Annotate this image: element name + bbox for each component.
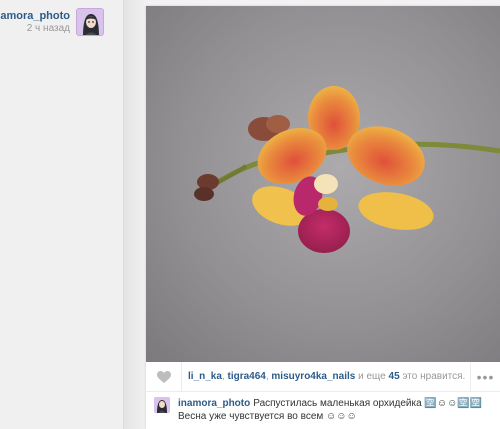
liker-link[interactable]: li_n_ka [188,371,222,382]
caption-username[interactable]: inamora_photo [178,398,250,409]
panel-divider [124,0,146,429]
liker-link[interactable]: tigra464 [227,371,265,382]
post-card: li_n_ka, tigra464, misuyro4ka_nails и ещ… [146,6,500,429]
caption-row: inamora_photo Распустилась маленькая орхи… [146,393,500,429]
author-avatar[interactable] [76,8,104,36]
caption-line-1: Распустилась маленькая орхидейка 🈳☺☺🈳🈳 [253,398,483,409]
liker-link[interactable]: misuyro4ka_nails [271,371,355,382]
author-username[interactable]: inamora_photo [0,10,70,22]
heart-icon [156,370,171,383]
caption-avatar[interactable] [154,397,170,413]
like-button[interactable] [146,361,182,392]
left-panel [0,0,124,429]
likes-more-prefix: и еще [355,371,389,382]
more-icon: ••• [476,368,495,385]
orchid-photo[interactable] [146,6,500,362]
likes-count[interactable]: 45 [389,371,400,382]
likes-bar: li_n_ka, tigra464, misuyro4ka_nails и ещ… [146,361,500,392]
more-options-button[interactable]: ••• [470,361,500,392]
avatar-girl-icon [77,9,103,35]
author-block: inamora_photo 2 ч назад [0,8,124,38]
post-timestamp[interactable]: 2 ч назад [27,23,70,34]
likes-summary: li_n_ka, tigra464, misuyro4ka_nails и ещ… [182,371,470,382]
caption-line-2: Весна уже чувствуется во всем ☺☺☺ [178,411,357,422]
likes-suffix: это нравится. [399,371,466,382]
avatar-girl-icon [154,397,170,413]
caption-text: inamora_photo Распустилась маленькая орхи… [178,397,494,423]
orchid-photo-svg [146,6,500,362]
